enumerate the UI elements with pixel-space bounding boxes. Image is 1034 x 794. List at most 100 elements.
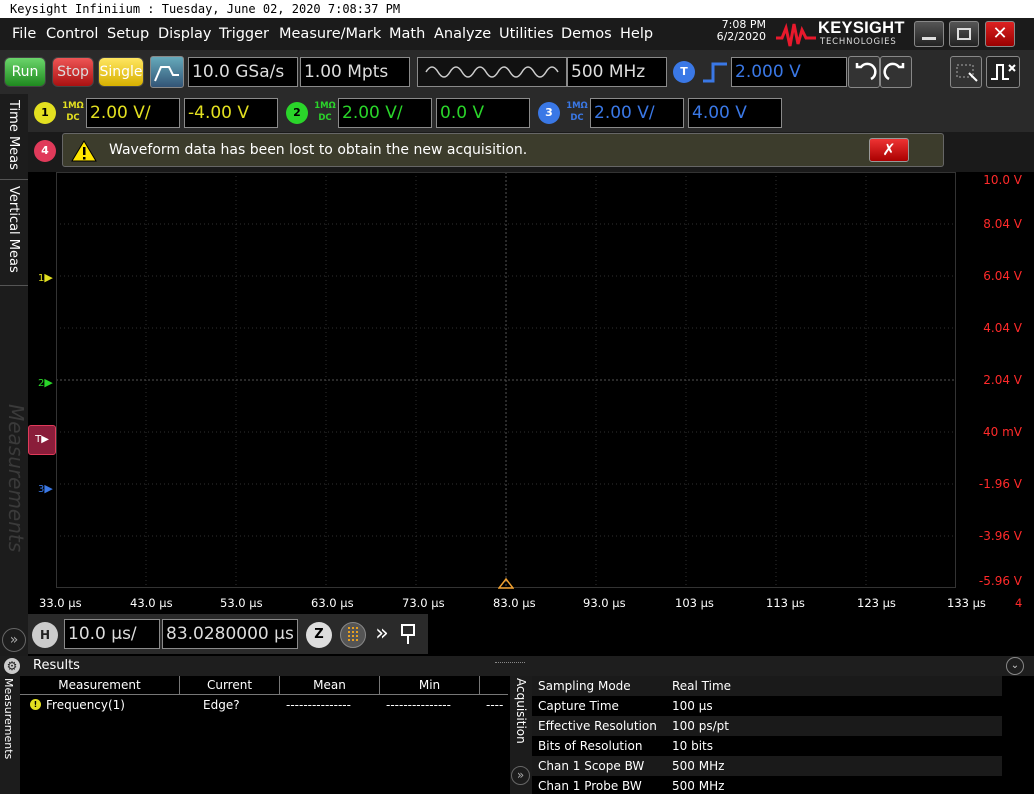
stop-button[interactable]: Stop — [52, 57, 94, 87]
memory-depth-field[interactable]: 1.00 Mpts — [300, 57, 410, 87]
rising-edge-icon[interactable] — [701, 61, 729, 83]
menu-setup[interactable]: Setup — [107, 22, 149, 46]
acq-row-sampling-mode: Sampling Mode Real Time — [532, 676, 1002, 696]
toolbar: Run Stop Single 10.0 GSa/s 1.00 Mpts 500… — [0, 50, 1034, 94]
channel-1-coupling[interactable]: 1MΩ DC — [60, 100, 86, 126]
table-row[interactable]: ! Frequency(1) Edge? --------------- ---… — [20, 696, 508, 714]
notice-banner: Waveform data has been lost to obtain th… — [62, 133, 944, 167]
channel-1-badge[interactable]: 1 — [34, 102, 56, 124]
channel-2-dc: DC — [318, 113, 332, 123]
acq-value: 100 µs — [672, 699, 713, 713]
clock: 7:08 PM 6/2/2020 — [700, 19, 766, 43]
channel-2-offset[interactable]: 0.0 V — [436, 98, 530, 128]
expand-horizontal-icon[interactable]: » — [371, 620, 393, 648]
acquisition-side-label: Acquisition — [514, 678, 528, 744]
menu-analyze[interactable]: Analyze — [434, 22, 491, 46]
col-current[interactable]: Current — [180, 676, 280, 694]
expand-acquisition-button[interactable]: » — [511, 766, 530, 785]
acq-key: Bits of Resolution — [538, 739, 643, 753]
segments-button[interactable] — [340, 622, 366, 648]
run-button[interactable]: Run — [4, 57, 46, 87]
acq-row-capture-time: Capture Time 100 µs — [532, 696, 1002, 716]
autoscale-icon — [154, 66, 179, 82]
minimize-button[interactable] — [914, 21, 944, 47]
x-label-0: 33.0 µs — [39, 596, 82, 610]
zoom-button[interactable]: Z — [306, 622, 332, 648]
acq-key: Effective Resolution — [538, 719, 657, 733]
channel-3-scale[interactable]: 2.00 V/ — [590, 98, 684, 128]
channel-2-marker[interactable]: 2▶ — [38, 376, 53, 389]
channel-1-marker[interactable]: 1▶ — [38, 271, 53, 284]
redo-button[interactable] — [880, 56, 912, 88]
collapse-results-button[interactable]: ⌄ — [1006, 657, 1024, 675]
undo-button[interactable] — [848, 56, 880, 88]
menu-math[interactable]: Math — [389, 22, 425, 46]
single-button[interactable]: Single — [98, 57, 144, 87]
y-label-8: -5.96 V — [978, 574, 1022, 588]
trigger-level-field[interactable]: 2.000 V — [731, 57, 847, 87]
x-label-3: 63.0 µs — [311, 596, 354, 610]
dismiss-notice-button[interactable]: ✗ — [869, 138, 909, 162]
channel-3-coupling[interactable]: 1MΩ DC — [564, 100, 590, 126]
y-label-3: 4.04 V — [983, 321, 1022, 335]
col-measurement[interactable]: Measurement — [20, 676, 180, 694]
horizontal-scale-field[interactable]: 10.0 µs/ — [64, 619, 160, 649]
trigger-level-marker[interactable]: T▶ — [28, 425, 56, 455]
channel-2-badge[interactable]: 2 — [286, 102, 308, 124]
col-min[interactable]: Min — [380, 676, 480, 694]
resize-handle[interactable] — [495, 662, 525, 666]
tab-time-meas[interactable]: Time Meas — [0, 96, 28, 180]
expand-sidebar-button[interactable]: » — [2, 628, 26, 652]
zoom-select-button[interactable] — [950, 56, 982, 88]
acq-row-chan1-scope-bw: Chan 1 Scope BW 500 MHz — [532, 756, 1002, 776]
channel-3-offset[interactable]: 4.00 V — [688, 98, 782, 128]
channel-2-coupling[interactable]: 1MΩ DC — [312, 100, 338, 126]
autoscale-button[interactable] — [150, 56, 184, 88]
restore-button[interactable] — [949, 21, 979, 47]
acq-value: 500 MHz — [672, 779, 725, 793]
sample-rate-field[interactable]: 10.0 GSa/s — [188, 57, 298, 87]
results-table: Measurement Current Mean Min --- ! Frequ… — [20, 676, 508, 794]
menu-help[interactable]: Help — [620, 22, 653, 46]
trigger-badge[interactable]: T — [673, 61, 695, 83]
menu-display[interactable]: Display — [158, 22, 211, 46]
menu-measure-mark[interactable]: Measure/Mark — [279, 22, 381, 46]
waveform-grid[interactable] — [56, 172, 956, 588]
menu-trigger[interactable]: Trigger — [219, 22, 269, 46]
channel-1-offset[interactable]: -4.00 V — [184, 98, 278, 128]
y-label-7: -3.96 V — [978, 529, 1022, 543]
channel-3-impedance: 1MΩ — [566, 101, 588, 111]
acquisition-mode-button[interactable] — [417, 57, 567, 87]
channel-1-dc: DC — [66, 113, 80, 123]
channel-3-marker[interactable]: 3▶ — [38, 482, 53, 495]
channel-3-badge[interactable]: 3 — [538, 102, 560, 124]
segments-icon — [348, 627, 358, 643]
menu-demos[interactable]: Demos — [561, 22, 612, 46]
channel-2-scale[interactable]: 2.00 V/ — [338, 98, 432, 128]
horizontal-position-field[interactable]: 83.0280000 µs — [162, 619, 298, 649]
x-label-8: 113 µs — [766, 596, 805, 610]
measure-tool-button[interactable] — [986, 56, 1020, 88]
tab-vertical-meas[interactable]: Vertical Meas — [0, 182, 28, 286]
results-side-tab[interactable]: Measurements — [0, 676, 20, 794]
close-window-button[interactable]: ✕ — [985, 21, 1015, 47]
col-mean[interactable]: Mean — [280, 676, 380, 694]
trigger-position-marker[interactable] — [498, 578, 514, 590]
menu-file[interactable]: File — [12, 22, 36, 46]
bandwidth-field[interactable]: 500 MHz — [567, 57, 667, 87]
col-overflow[interactable]: --- — [480, 676, 508, 694]
results-title: Results — [33, 658, 80, 673]
channel-4-badge[interactable]: 4 — [34, 140, 56, 162]
y-label-0: 10.0 V — [983, 173, 1022, 187]
pin-icon[interactable] — [398, 622, 418, 646]
x-label-9: 123 µs — [857, 596, 896, 610]
warning-icon — [71, 140, 97, 162]
horizontal-badge[interactable]: H — [32, 622, 58, 648]
results-settings-icon[interactable]: ⚙ — [4, 658, 20, 674]
acquisition-side-tab[interactable]: Acquisition » — [510, 676, 532, 794]
menu-utilities[interactable]: Utilities — [499, 22, 554, 46]
x-label-6: 93.0 µs — [583, 596, 626, 610]
menu-control[interactable]: Control — [46, 22, 98, 46]
channel-1-scale[interactable]: 2.00 V/ — [86, 98, 180, 128]
x-label-edge: 4 — [1015, 596, 1023, 610]
